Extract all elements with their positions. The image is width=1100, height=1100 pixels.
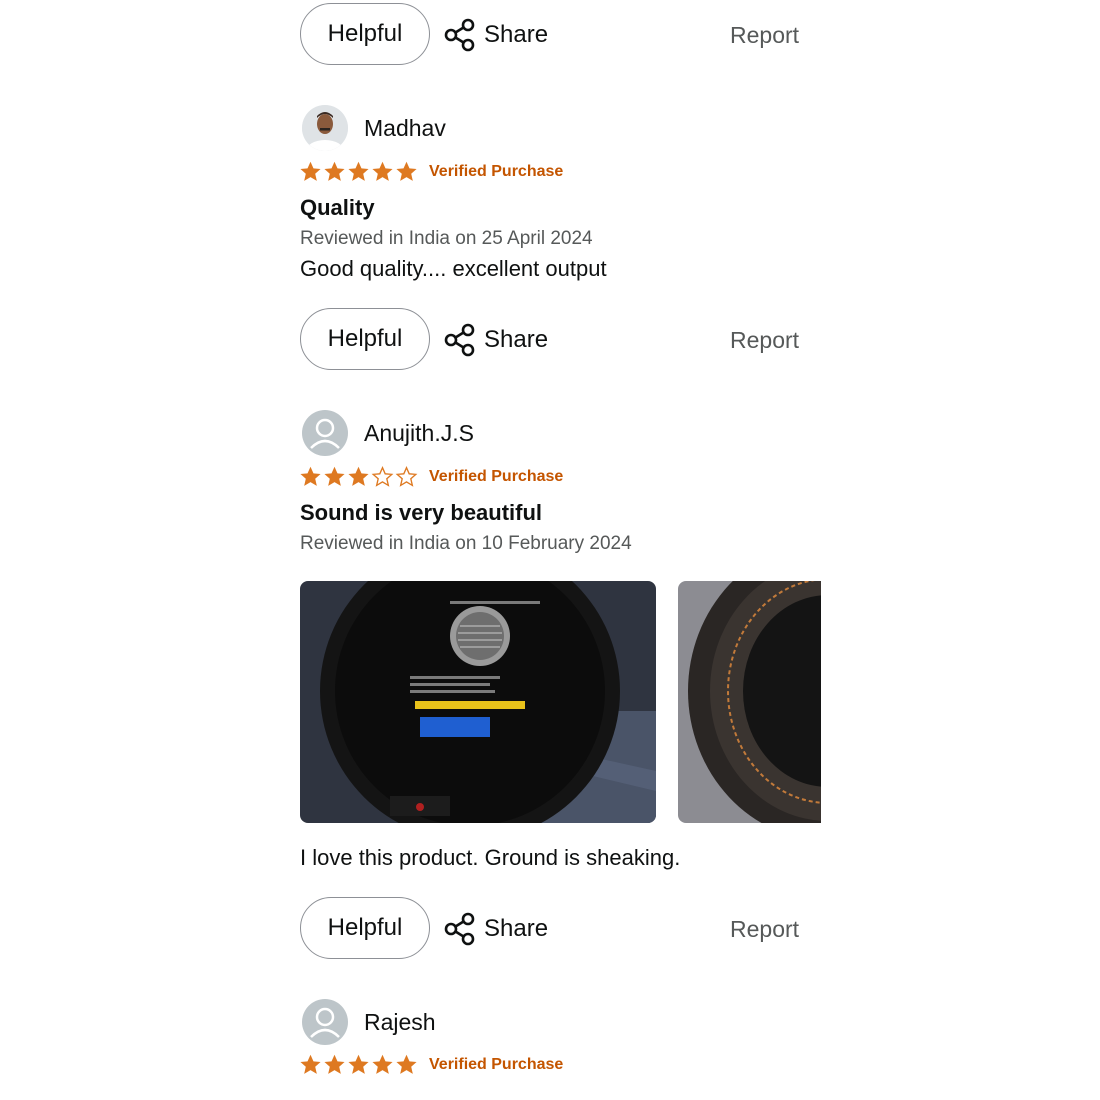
avatar	[302, 410, 348, 456]
review-title: Sound is very beautiful	[300, 500, 543, 525]
share-button[interactable]: Share	[444, 320, 548, 360]
helpful-button[interactable]: Helpful	[300, 897, 430, 959]
star-filled-icon	[300, 161, 321, 181]
verified-purchase-badge: Verified Purchase	[429, 163, 564, 180]
star-filled-icon	[300, 466, 321, 486]
star-rating	[299, 1053, 418, 1076]
star-filled-icon	[372, 161, 393, 181]
verified-purchase-badge: Verified Purchase	[429, 1056, 564, 1073]
star-empty-icon	[371, 466, 394, 487]
share-icon	[444, 912, 475, 946]
review-body: Good quality.... excellent output	[300, 256, 607, 281]
helpful-button[interactable]: Helpful	[300, 308, 430, 370]
avatar	[302, 999, 348, 1045]
star-filled-icon	[396, 161, 417, 181]
star-filled-icon	[348, 466, 369, 486]
avatar	[302, 105, 348, 151]
share-button[interactable]: Share	[444, 909, 548, 949]
share-icon	[444, 323, 475, 357]
share-button[interactable]: Share	[444, 15, 548, 55]
review-title: Quality	[300, 195, 375, 220]
star-rating	[299, 160, 418, 183]
star-filled-icon	[300, 1054, 321, 1074]
review-image[interactable]	[678, 581, 821, 823]
star-rating	[299, 465, 418, 488]
reviewer-name[interactable]: Madhav	[364, 115, 446, 142]
review-body: I love this product. Ground is sheaking.	[300, 845, 681, 870]
review-date: Reviewed in India on 25 April 2024	[300, 228, 593, 249]
star-empty-icon	[395, 466, 418, 487]
reviewer-name[interactable]: Anujith.J.S	[364, 420, 474, 447]
helpful-button[interactable]: Helpful	[300, 3, 430, 65]
verified-purchase-badge: Verified Purchase	[429, 468, 564, 485]
reviewer-photo	[302, 105, 348, 151]
star-filled-icon	[324, 161, 345, 181]
report-link[interactable]: Report	[730, 916, 799, 943]
star-filled-icon	[324, 1054, 345, 1074]
report-link[interactable]: Report	[730, 22, 799, 49]
review-image[interactable]	[300, 581, 656, 823]
star-filled-icon	[372, 1054, 393, 1074]
star-filled-icon	[324, 466, 345, 486]
share-icon	[444, 18, 475, 52]
review-date: Reviewed in India on 10 February 2024	[300, 533, 632, 554]
subwoofer-closeup-photo	[678, 581, 821, 823]
star-filled-icon	[348, 1054, 369, 1074]
star-filled-icon	[348, 161, 369, 181]
reviewer-name[interactable]: Rajesh	[364, 1009, 436, 1036]
subwoofer-photo	[300, 581, 656, 823]
star-filled-icon	[396, 1054, 417, 1074]
default-user-icon	[310, 1007, 340, 1038]
report-link[interactable]: Report	[730, 327, 799, 354]
default-user-icon	[310, 418, 340, 449]
